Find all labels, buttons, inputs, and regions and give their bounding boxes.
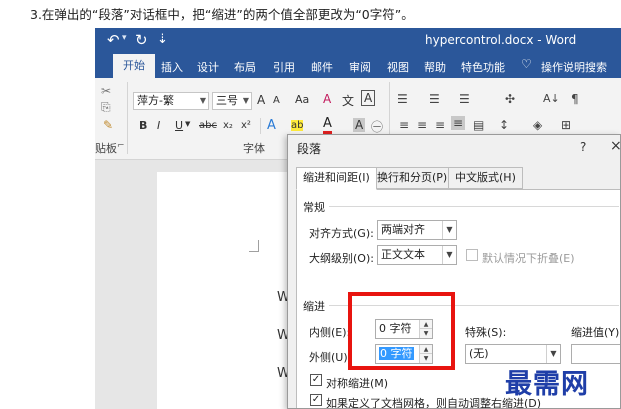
tab-review[interactable]: 审阅: [349, 59, 371, 75]
auto-adjust-checkbox[interactable]: ✓: [310, 394, 322, 406]
special-indent-select[interactable]: (无) ▼: [465, 344, 561, 364]
clear-format-button[interactable]: A: [323, 92, 331, 106]
sort-button[interactable]: A↓: [543, 92, 560, 105]
indent-by-spinner[interactable]: [571, 344, 620, 364]
general-heading: 常规: [303, 201, 325, 214]
align-center-icon[interactable]: ≡: [417, 118, 427, 132]
bold-button[interactable]: B: [139, 119, 147, 132]
shading-icon[interactable]: ◈: [533, 118, 542, 132]
chinese-layout-icon[interactable]: ✣: [505, 92, 515, 106]
divider: [260, 118, 261, 134]
quick-access-more-icon[interactable]: ⇣: [157, 32, 168, 47]
shrink-font-button[interactable]: A: [273, 95, 280, 106]
dialog-title: 段落: [297, 142, 322, 156]
tab-line-page-breaks[interactable]: 换行和分页(P): [370, 167, 455, 189]
font-size-combo[interactable]: 三号 ▼: [212, 92, 252, 110]
numbering-icon[interactable]: ☰: [429, 92, 440, 106]
italic-button[interactable]: I: [157, 119, 160, 132]
chevron-down-icon: ▼: [242, 96, 249, 105]
font-name-combo[interactable]: 萍方-繁 ▼: [133, 92, 209, 110]
mirror-indents-checkbox[interactable]: ✓: [310, 374, 322, 386]
tab-asian-typography[interactable]: 中文版式(H): [448, 167, 523, 189]
phonetic-guide-button[interactable]: 文: [342, 92, 354, 109]
multilevel-list-icon[interactable]: ☰: [459, 92, 470, 106]
tell-me-search[interactable]: 操作说明搜索: [541, 59, 607, 75]
collapsed-label: 默认情况下折叠(E): [482, 252, 575, 265]
mirror-indents-label: 对称缩进(M): [326, 377, 389, 390]
character-border-button[interactable]: A: [361, 90, 376, 106]
chevron-down-icon[interactable]: ▼: [185, 120, 190, 128]
clipboard-group-label: 贴板: [95, 142, 117, 155]
tab-layout[interactable]: 布局: [234, 59, 256, 75]
tab-special-features[interactable]: 特色功能: [461, 59, 505, 75]
justify-icon[interactable]: ≡: [451, 116, 466, 130]
copy-icon[interactable]: ⎘: [101, 100, 111, 115]
format-painter-icon[interactable]: ✎: [103, 118, 113, 132]
outline-level-label: 大纲级别(O):: [309, 252, 374, 265]
change-case-button[interactable]: Aa: [295, 93, 309, 106]
indent-by-label: 缩进值(Y):: [571, 326, 621, 339]
tab-help[interactable]: 帮助: [424, 59, 446, 75]
chevron-down-icon: ▼: [442, 246, 456, 264]
distributed-icon[interactable]: ▤: [473, 118, 484, 132]
outline-level-value: 正文文本: [381, 248, 425, 261]
indentation-heading: 缩进: [303, 300, 325, 313]
undo-icon[interactable]: ↶: [107, 31, 120, 49]
close-icon[interactable]: ×: [610, 138, 620, 154]
clipboard-launcher-icon[interactable]: ⌐: [117, 141, 125, 151]
lightbulb-icon: ♡: [521, 57, 532, 71]
chevron-down-icon: ▼: [199, 96, 206, 105]
tab-references[interactable]: 引用: [273, 59, 295, 75]
section-divider: [329, 206, 619, 207]
tab-design[interactable]: 设计: [197, 59, 219, 75]
show-marks-button[interactable]: ¶: [571, 92, 579, 106]
window-title: hypercontrol.docx - Word: [425, 33, 577, 47]
text-effects-button[interactable]: A: [267, 118, 276, 133]
instruction-text: 3.在弹出的“段落”对话框中，把“缩进”的两个值全部更改为“0字符”。: [30, 7, 414, 22]
inside-indent-label: 内侧(E):: [309, 326, 351, 339]
grow-font-button[interactable]: A: [257, 93, 265, 107]
ribbon-tabs: 开始 插入 设计 布局 引用 邮件 审阅 视图 帮助 特色功能 ♡ 操作说明搜索: [95, 54, 621, 78]
collapsed-checkbox[interactable]: [466, 249, 478, 261]
special-indent-label: 特殊(S):: [465, 326, 507, 339]
alignment-select[interactable]: 两端对齐 ▼: [377, 220, 457, 240]
margin-mark: [249, 240, 259, 252]
line-spacing-icon[interactable]: ↕: [499, 118, 509, 132]
font-size-value: 三号: [216, 94, 238, 107]
outline-level-select[interactable]: 正文文本 ▼: [377, 245, 457, 265]
outside-indent-label: 外侧(U):: [309, 351, 352, 364]
watermark-logo: 最需网: [505, 369, 589, 400]
chevron-down-icon: ▼: [442, 221, 456, 239]
align-right-icon[interactable]: ≡: [435, 118, 445, 132]
font-name-value: 萍方-繁: [137, 94, 174, 107]
title-bar: ↶ ▾ ↻ ⇣ hypercontrol.docx - Word: [95, 28, 621, 54]
superscript-button[interactable]: x²: [241, 120, 251, 131]
highlight-frame: [348, 292, 455, 370]
borders-icon[interactable]: ⊞: [561, 118, 571, 132]
tab-mailings[interactable]: 邮件: [311, 59, 333, 75]
font-group-label: 字体: [243, 142, 265, 155]
character-shading-button[interactable]: A: [353, 118, 366, 132]
redo-icon[interactable]: ↻: [135, 31, 148, 49]
strikethrough-button[interactable]: abc: [199, 120, 217, 131]
tab-home[interactable]: 开始: [113, 54, 155, 78]
underline-button[interactable]: U: [175, 119, 183, 132]
special-indent-value: (无): [469, 347, 489, 360]
cut-icon[interactable]: ✂: [101, 84, 111, 98]
align-left-icon[interactable]: ≡: [399, 118, 409, 132]
alignment-value: 两端对齐: [381, 223, 425, 236]
bullets-icon[interactable]: ☰: [397, 92, 408, 106]
tab-insert[interactable]: 插入: [161, 59, 183, 75]
chevron-down-icon: ▼: [546, 345, 560, 363]
highlight-color-button[interactable]: ab: [291, 120, 304, 131]
enclose-characters-button[interactable]: ㊀: [371, 118, 383, 135]
tab-view[interactable]: 视图: [387, 59, 409, 75]
tab-indents-spacing[interactable]: 缩进和间距(I): [296, 167, 377, 190]
alignment-label: 对齐方式(G):: [309, 227, 374, 240]
subscript-button[interactable]: x₂: [223, 120, 233, 131]
font-color-button[interactable]: A: [323, 117, 332, 134]
group-divider: [127, 82, 128, 154]
help-icon[interactable]: ?: [580, 140, 586, 154]
undo-dropdown-icon[interactable]: ▾: [122, 33, 127, 43]
